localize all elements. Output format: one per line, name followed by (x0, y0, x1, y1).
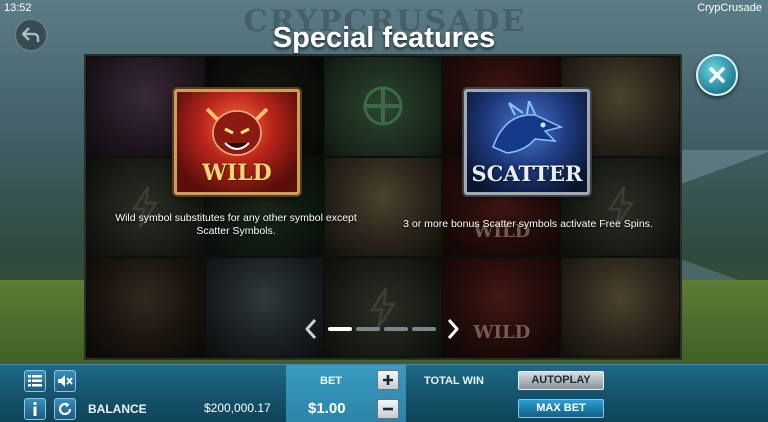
close-button[interactable] (696, 54, 738, 96)
status-app-name: CrypCrusade (697, 2, 762, 14)
page-dots (328, 327, 436, 331)
wild-label: WILD (202, 160, 272, 186)
page-dot[interactable] (412, 327, 436, 331)
balance-label: BALANCE (88, 402, 147, 416)
dragon-icon (492, 101, 564, 154)
scatter-symbol: SCATTER (464, 89, 590, 195)
bottom-control-bar: BALANCE $200,000.17 BET $1.00 TOTAL WIN … (0, 364, 768, 422)
reel-cell (86, 257, 205, 358)
info-button[interactable] (24, 398, 46, 420)
refresh-icon (58, 402, 72, 416)
autoplay-button[interactable]: AUTOPLAY (518, 371, 604, 390)
scatter-description: 3 or more bonus Scatter symbols activate… (403, 218, 653, 230)
previous-page-button[interactable] (302, 316, 320, 342)
sound-button[interactable] (54, 370, 76, 392)
page-indicator (302, 316, 462, 342)
bet-value: $1.00 (308, 400, 346, 417)
menu-icon (28, 375, 42, 387)
info-icon (33, 402, 37, 416)
reel-cell (323, 257, 443, 358)
reel-cell (323, 56, 443, 157)
max-bet-button[interactable]: MAX BET (518, 399, 604, 418)
sound-muted-icon (58, 375, 73, 387)
chevron-right-icon (447, 319, 459, 339)
bet-label: BET (320, 375, 342, 387)
reel-cell: WILD (442, 257, 562, 358)
celtic-knot-icon (363, 86, 403, 126)
next-page-button[interactable] (444, 316, 462, 342)
balance-value: $200,000.17 (204, 401, 271, 415)
reel-cell (561, 257, 680, 358)
minus-icon (383, 407, 393, 411)
demon-icon (205, 107, 269, 156)
decrease-bet-button[interactable] (377, 399, 399, 419)
chevron-left-icon (305, 319, 317, 339)
page-dot[interactable] (384, 327, 408, 331)
plus-icon (383, 375, 393, 385)
menu-button[interactable] (24, 370, 46, 392)
page-dot[interactable] (328, 327, 352, 331)
history-button[interactable] (54, 398, 76, 420)
scatter-label: SCATTER (471, 161, 583, 186)
reel-cell (323, 156, 443, 258)
total-win-label: TOTAL WIN (424, 375, 484, 387)
status-time: 13:52 (4, 2, 32, 14)
reel-cell (204, 257, 324, 358)
increase-bet-button[interactable] (377, 370, 399, 390)
wild-symbol: WILD (174, 89, 300, 195)
close-icon (709, 67, 725, 83)
page-dot[interactable] (356, 327, 380, 331)
wild-description: Wild symbol substitutes for any other sy… (115, 212, 357, 237)
page-title: Special features (272, 22, 496, 54)
